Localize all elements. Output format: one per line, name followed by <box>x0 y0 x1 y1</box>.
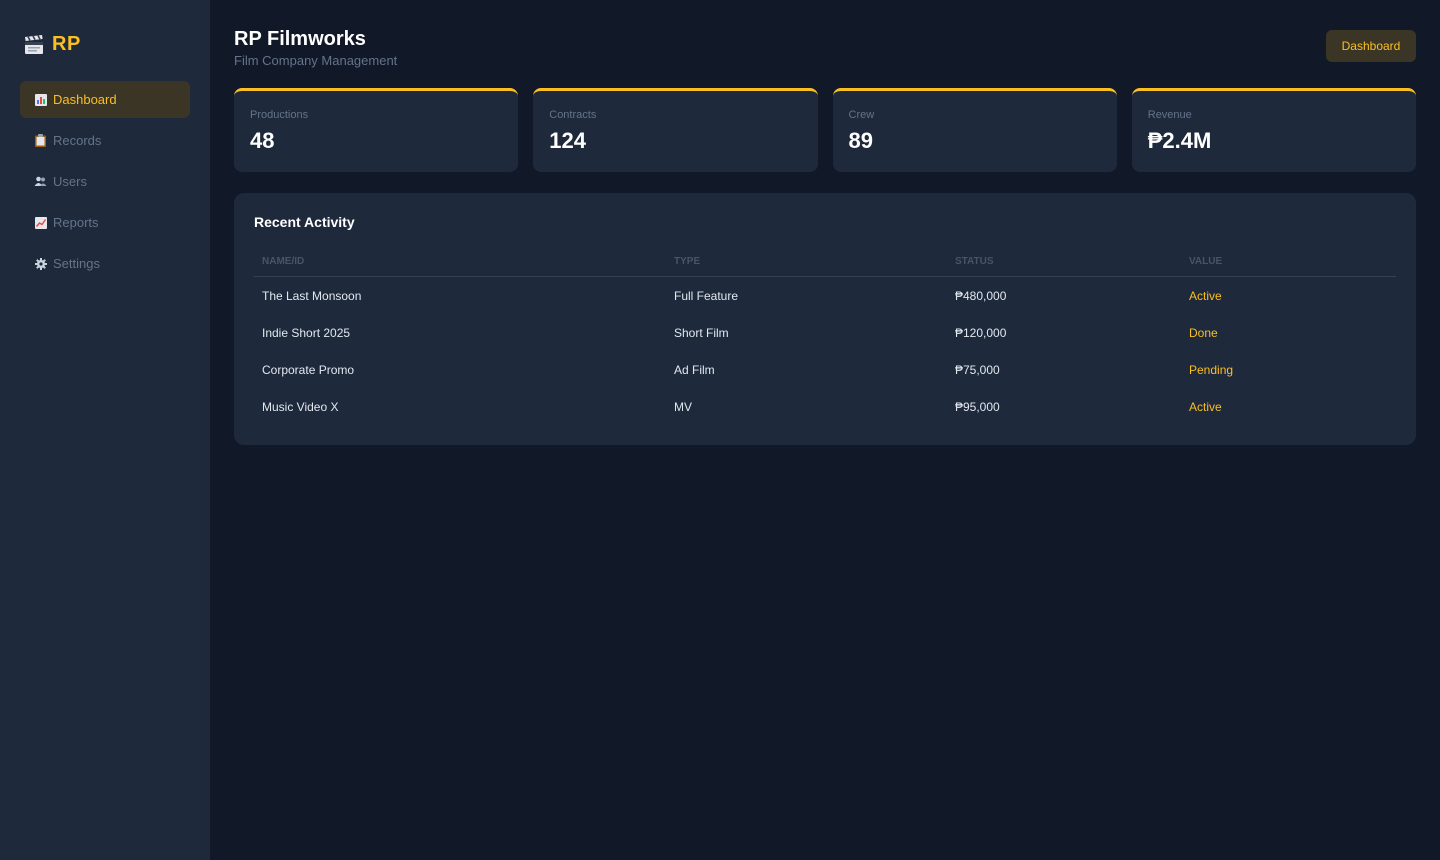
panel-title: Recent Activity <box>254 214 355 230</box>
sidebar-item-label: Settings <box>53 256 100 271</box>
cell-value: Pending <box>1189 362 1234 377</box>
cell-name: The Last Monsoon <box>262 288 362 303</box>
users-icon <box>34 175 47 188</box>
cell-value: Active <box>1189 399 1222 414</box>
clapperboard-icon <box>24 34 44 56</box>
sidebar-item-dashboard[interactable]: Dashboard <box>20 81 190 118</box>
stat-value: 48 <box>250 128 275 153</box>
page-subtitle: Film Company Management <box>234 53 398 68</box>
sidebar-item-label: Users <box>53 174 87 189</box>
brand[interactable]: RP <box>24 33 81 56</box>
stat-label: Contracts <box>549 109 597 121</box>
stat-label: Productions <box>250 109 309 121</box>
gear-icon <box>34 257 47 270</box>
sidebar-item-settings[interactable]: Settings <box>20 245 190 282</box>
cell-name: Music Video X <box>262 399 339 414</box>
column-header-name: Name/ID <box>262 256 305 267</box>
cell-name: Indie Short 2025 <box>262 325 351 340</box>
sidebar-item-reports[interactable]: Reports <box>20 204 190 241</box>
cell-type: MV <box>674 399 692 414</box>
cell-status: ₱480,000 <box>955 288 1007 303</box>
cell-status: ₱75,000 <box>955 362 1000 377</box>
stat-value: 89 <box>848 128 873 153</box>
stat-label: Revenue <box>1147 109 1192 121</box>
stat-card-contracts: Contracts 124 <box>533 88 818 172</box>
bar-chart-icon <box>34 93 47 106</box>
cell-type: Full Feature <box>674 288 739 303</box>
activity-table: Name/ID Type Status Value The Last Monso… <box>254 247 1396 425</box>
table-row[interactable]: Indie Short 2025 Short Film ₱120,000 Don… <box>254 314 1396 351</box>
cell-name: Corporate Promo <box>262 362 355 377</box>
sidebar: RP Dashboard Records Users Reports Setti… <box>0 0 210 860</box>
cell-type: Ad Film <box>674 362 715 377</box>
sidebar-item-records[interactable]: Records <box>20 122 190 159</box>
sidebar-item-users[interactable]: Users <box>20 163 190 200</box>
column-header-value: Value <box>1189 256 1223 267</box>
trend-chart-icon <box>34 216 47 229</box>
table-row[interactable]: The Last Monsoon Full Feature ₱480,000 A… <box>254 277 1396 314</box>
dashboard-button[interactable]: Dashboard <box>1326 30 1416 62</box>
sidebar-item-label: Reports <box>53 215 99 230</box>
cell-value: Done <box>1189 325 1218 340</box>
sidebar-item-label: Records <box>53 133 102 148</box>
page-title: RP Filmworks <box>234 28 366 50</box>
column-header-status: Status <box>955 256 994 267</box>
cell-type: Short Film <box>674 325 729 340</box>
brand-name: RP <box>52 33 81 55</box>
stat-card-crew: Crew 89 <box>832 88 1117 172</box>
stat-value: 124 <box>549 128 586 153</box>
stat-card-productions: Productions 48 <box>234 88 519 172</box>
sidebar-nav: Dashboard Records Users Reports Settings <box>20 81 190 286</box>
recent-activity-panel: Recent Activity Name/ID Type Status Valu… <box>234 193 1416 445</box>
column-header-type: Type <box>674 256 701 267</box>
cell-status: ₱120,000 <box>955 325 1007 340</box>
stat-label: Crew <box>848 109 875 121</box>
stat-card-revenue: Revenue ₱2.4M <box>1131 88 1416 172</box>
sidebar-item-label: Dashboard <box>53 92 117 107</box>
table-row[interactable]: Corporate Promo Ad Film ₱75,000 Pending <box>254 351 1396 388</box>
cell-value: Active <box>1189 288 1222 303</box>
stat-value: ₱2.4M <box>1147 128 1212 153</box>
clipboard-icon <box>34 134 47 147</box>
table-header: Name/ID Type Status Value <box>254 247 1396 277</box>
table-row[interactable]: Music Video X MV ₱95,000 Active <box>254 388 1396 425</box>
cell-status: ₱95,000 <box>955 399 1000 414</box>
stat-cards: Productions 48 Contracts 124 Crew 89 Rev… <box>234 88 1416 172</box>
